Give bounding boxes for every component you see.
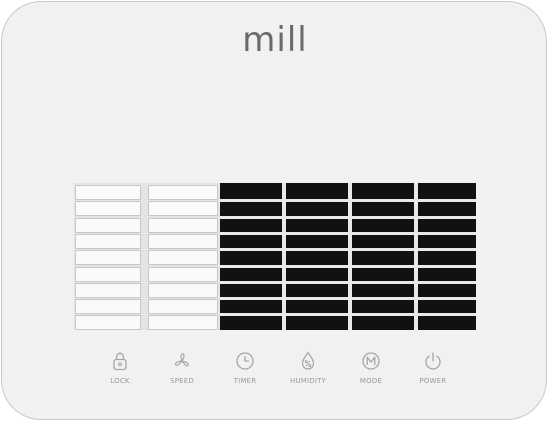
vent-slat (75, 201, 141, 216)
mode-m-icon (362, 352, 380, 370)
vent-slat (75, 234, 141, 249)
vent-divider (220, 297, 476, 300)
vent-slat (148, 185, 218, 200)
vent-divider (220, 281, 476, 284)
vent-divider (220, 265, 476, 268)
vent-slat (148, 283, 218, 298)
droplet-percent-icon (301, 351, 315, 370)
vent-slat (75, 185, 141, 200)
speed-label: SPEED (170, 377, 194, 385)
vent-slat (148, 250, 218, 265)
timer-button[interactable]: TIMER (210, 350, 280, 385)
vent-slat (148, 267, 218, 282)
clock-icon (236, 352, 254, 370)
heater-front-panel: mill LOCK SPEED TIMER HUMIDITY MODE POWE… (1, 1, 547, 420)
vent-slat (148, 201, 218, 216)
vent-divider (220, 232, 476, 235)
vent-divider (348, 183, 352, 330)
vent-slat (75, 218, 141, 233)
vent-slat (148, 299, 218, 314)
vent-slat (75, 283, 141, 298)
vent-divider (220, 199, 476, 202)
vent-divider (220, 313, 476, 316)
lock-icon (113, 352, 127, 371)
mode-label: MODE (359, 377, 383, 385)
power-icon (425, 352, 441, 370)
vent-slat (148, 218, 218, 233)
vent-slat (75, 250, 141, 265)
vent-slat (148, 234, 218, 249)
vent-slat (75, 299, 141, 314)
brand-logo: mill (242, 20, 308, 60)
vent-divider (220, 216, 476, 219)
mode-button[interactable]: MODE (336, 350, 406, 385)
vent-slat (148, 315, 218, 330)
speed-button[interactable]: SPEED (147, 350, 217, 385)
power-label: POWER (419, 377, 447, 385)
vent-slat (75, 267, 141, 282)
lock-label: LOCK (110, 377, 130, 385)
humidity-button[interactable]: HUMIDITY (273, 350, 343, 385)
grille-light-section (74, 183, 220, 330)
lock-button[interactable]: LOCK (85, 350, 155, 385)
humidity-label: HUMIDITY (289, 377, 327, 385)
vent-divider (282, 183, 286, 330)
air-vent-grille (74, 183, 476, 330)
vent-slat (75, 315, 141, 330)
control-panel: LOCK SPEED TIMER HUMIDITY MODE POWER (2, 350, 546, 400)
power-button[interactable]: POWER (398, 350, 468, 385)
timer-label: TIMER (233, 377, 257, 385)
fan-icon (174, 353, 189, 367)
vent-divider (414, 183, 418, 330)
vent-divider (220, 248, 476, 251)
